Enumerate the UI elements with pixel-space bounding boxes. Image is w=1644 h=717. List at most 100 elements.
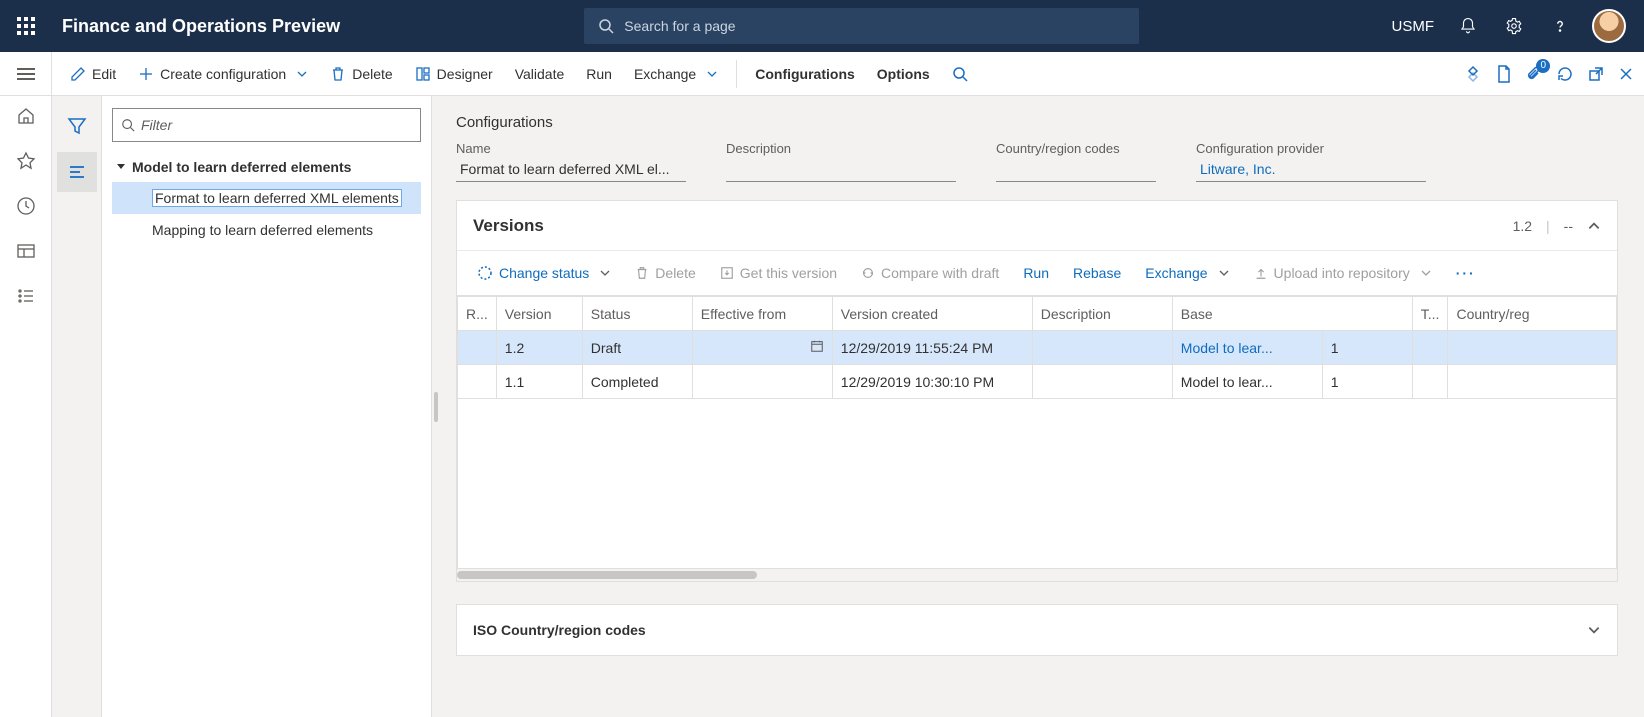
version-delete-button[interactable]: Delete [625, 251, 705, 295]
notifications-button[interactable] [1448, 0, 1488, 52]
rebase-button[interactable]: Rebase [1063, 251, 1131, 295]
chevron-down-icon [296, 68, 308, 80]
col-base[interactable]: Base [1172, 297, 1412, 331]
global-header: Finance and Operations Preview Search fo… [0, 0, 1644, 52]
name-field[interactable]: Format to learn deferred XML el... [456, 156, 686, 182]
description-field[interactable] [726, 156, 956, 182]
home-button[interactable] [16, 106, 36, 129]
company-picker[interactable]: USMF [1384, 18, 1443, 35]
validate-button[interactable]: Validate [505, 52, 575, 96]
cell[interactable]: Model to lear... [1172, 331, 1322, 365]
workspaces-button[interactable] [16, 241, 36, 264]
col-status[interactable]: Status [582, 297, 692, 331]
table-row[interactable]: 1.2Draft12/29/2019 11:55:24 PMModel to l… [458, 331, 1617, 365]
gear-icon [1505, 17, 1523, 35]
product-title: Finance and Operations Preview [52, 16, 340, 37]
favorites-button[interactable] [16, 151, 36, 174]
delete-label: Delete [352, 66, 392, 82]
app-launcher-button[interactable] [0, 0, 52, 52]
col-cr[interactable]: Country/reg [1448, 297, 1617, 331]
list-pane-button[interactable] [57, 152, 97, 192]
configurations-tab[interactable]: Configurations [745, 52, 865, 96]
description-label: Description [726, 141, 956, 156]
change-status-label: Change status [499, 265, 589, 281]
cell [692, 365, 832, 399]
cell [1412, 331, 1448, 365]
col-eff[interactable]: Effective from [692, 297, 832, 331]
help-button[interactable] [1540, 0, 1580, 52]
table-row[interactable]: 1.1Completed12/29/2019 10:30:10 PMModel … [458, 365, 1617, 399]
current-version: 1.2 [1513, 218, 1532, 234]
overflow-button[interactable]: ··· [1446, 251, 1486, 295]
global-search[interactable]: Search for a page [584, 8, 1139, 44]
diamond-icon [1464, 65, 1482, 83]
tree-child-label: Format to learn deferred XML elements [152, 189, 402, 207]
modules-button[interactable] [16, 286, 36, 309]
exchange-button[interactable]: Exchange [624, 52, 728, 96]
cell [1448, 365, 1617, 399]
version-run-button[interactable]: Run [1013, 251, 1059, 295]
col-desc[interactable]: Description [1032, 297, 1172, 331]
chevron-down-icon [1218, 267, 1230, 279]
status-icon [477, 265, 493, 281]
splitter[interactable] [432, 96, 440, 717]
refresh-button[interactable] [1556, 65, 1574, 83]
version-exchange-button[interactable]: Exchange [1135, 251, 1239, 295]
nav-rail [0, 96, 52, 717]
home-icon [16, 106, 36, 126]
search-icon [121, 118, 135, 132]
cell [458, 331, 497, 365]
chevron-up-icon[interactable] [1587, 219, 1601, 233]
delete-button[interactable]: Delete [320, 52, 402, 96]
tree-filter-input[interactable]: Filter [112, 108, 421, 142]
compare-button[interactable]: Compare with draft [851, 251, 1009, 295]
exchange-label: Exchange [634, 66, 696, 82]
grid-scrollbar[interactable] [457, 569, 1617, 581]
tree-child[interactable]: Format to learn deferred XML elements [112, 182, 421, 214]
trash-icon [635, 266, 649, 280]
find-button[interactable] [942, 52, 978, 96]
date-picker-cell[interactable] [692, 331, 832, 365]
options-tab[interactable]: Options [867, 52, 940, 96]
chevron-down-icon [1587, 623, 1601, 637]
col-created[interactable]: Version created [832, 297, 1032, 331]
filter-pane-button[interactable] [57, 106, 97, 146]
nav-toggle[interactable] [0, 52, 52, 96]
col-t[interactable]: T... [1412, 297, 1448, 331]
search-placeholder: Search for a page [624, 18, 735, 34]
related-info-button[interactable] [1464, 65, 1482, 83]
tree-root[interactable]: Model to learn deferred elements [112, 152, 421, 182]
attachments-button[interactable]: 0 [1526, 65, 1542, 83]
list-icon [16, 286, 36, 306]
validate-label: Validate [515, 66, 565, 82]
designer-button[interactable]: Designer [405, 52, 503, 96]
page-info-button[interactable] [1496, 65, 1512, 83]
upload-icon [1254, 266, 1268, 280]
plus-icon [138, 66, 154, 82]
question-icon [1551, 17, 1569, 35]
user-avatar[interactable] [1592, 9, 1626, 43]
cell: 1 [1322, 365, 1412, 399]
search-icon [952, 66, 968, 82]
recent-button[interactable] [16, 196, 36, 219]
change-status-button[interactable]: Change status [467, 251, 621, 295]
col-r[interactable]: R... [458, 297, 497, 331]
cell: Draft [582, 331, 692, 365]
tree-child[interactable]: Mapping to learn deferred elements [112, 214, 421, 246]
versions-toolbar: Change status Delete Get this version Co… [457, 251, 1617, 295]
upload-button[interactable]: Upload into repository [1244, 251, 1442, 295]
run-button[interactable]: Run [576, 52, 622, 96]
iso-card[interactable]: ISO Country/region codes [456, 604, 1618, 656]
col-version[interactable]: Version [496, 297, 582, 331]
settings-button[interactable] [1494, 0, 1534, 52]
crc-field[interactable] [996, 156, 1156, 182]
compare-icon [861, 266, 875, 280]
create-configuration-button[interactable]: Create configuration [128, 52, 318, 96]
chevron-down-icon [599, 267, 611, 279]
iso-title: ISO Country/region codes [473, 622, 1587, 638]
popout-button[interactable] [1588, 66, 1604, 82]
edit-button[interactable]: Edit [60, 52, 126, 96]
get-version-button[interactable]: Get this version [710, 251, 847, 295]
close-button[interactable] [1618, 66, 1634, 82]
provider-link[interactable]: Litware, Inc. [1196, 156, 1426, 182]
